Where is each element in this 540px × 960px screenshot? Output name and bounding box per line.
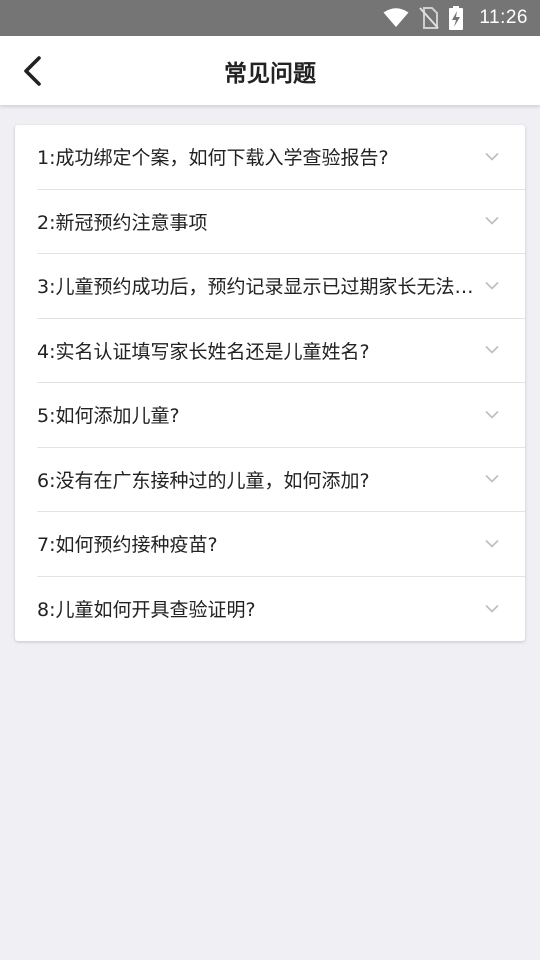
- battery-charging-icon: [449, 6, 464, 30]
- chevron-down-icon: [485, 539, 499, 548]
- faq-question: 3:儿童预约成功后，预约记录显示已过期家长无法再次预约: [37, 276, 489, 299]
- faq-item-5[interactable]: 5:如何添加儿童?: [37, 383, 525, 448]
- chevron-down-icon: [485, 281, 499, 290]
- wifi-icon: [383, 8, 409, 27]
- faq-item-4[interactable]: 4:实名认证填写家长姓名还是儿童姓名?: [37, 319, 525, 383]
- faq-question: 6:没有在广东接种过的儿童，如何添加?: [37, 469, 370, 492]
- app-bar: 常见问题: [0, 36, 540, 105]
- chevron-down-icon: [485, 475, 499, 483]
- faq-question: 4:实名认证填写家长姓名还是儿童姓名?: [37, 340, 370, 363]
- chevron-left-icon: [24, 56, 41, 86]
- status-time: 11:26: [479, 7, 528, 28]
- faq-item-7[interactable]: 7:如何预约接种疫苗?: [37, 512, 525, 577]
- chevron-down-icon: [485, 346, 499, 354]
- faq-question: 7:如何预约接种疫苗?: [37, 534, 218, 557]
- faq-question: 1:成功绑定个案，如何下载入学查验报告?: [37, 147, 389, 170]
- faq-item-1[interactable]: 1:成功绑定个案，如何下载入学查验报告?: [37, 125, 525, 190]
- chevron-down-icon: [485, 217, 499, 225]
- no-sim-icon: [419, 7, 440, 29]
- faq-item-8[interactable]: 8:儿童如何开具查验证明?: [37, 577, 525, 642]
- chevron-down-icon: [485, 152, 499, 161]
- faq-question: 2:新冠预约注意事项: [37, 211, 208, 234]
- chevron-down-icon: [485, 604, 499, 613]
- faq-question: 8:儿童如何开具查验证明?: [37, 599, 256, 622]
- status-icons: 11:26: [383, 6, 528, 30]
- faq-item-6[interactable]: 6:没有在广东接种过的儿童，如何添加?: [37, 448, 525, 512]
- chevron-down-icon: [485, 410, 499, 419]
- faq-list: 1:成功绑定个案，如何下载入学查验报告? 2:新冠预约注意事项 3:儿童预约成功…: [15, 125, 525, 641]
- status-bar: 11:26: [0, 0, 540, 36]
- page-title: 常见问题: [224, 60, 316, 87]
- back-button[interactable]: [14, 52, 52, 90]
- faq-item-2[interactable]: 2:新冠预约注意事项: [37, 190, 525, 254]
- faq-item-3[interactable]: 3:儿童预约成功后，预约记录显示已过期家长无法再次预约: [37, 254, 525, 319]
- faq-question: 5:如何添加儿童?: [37, 405, 180, 428]
